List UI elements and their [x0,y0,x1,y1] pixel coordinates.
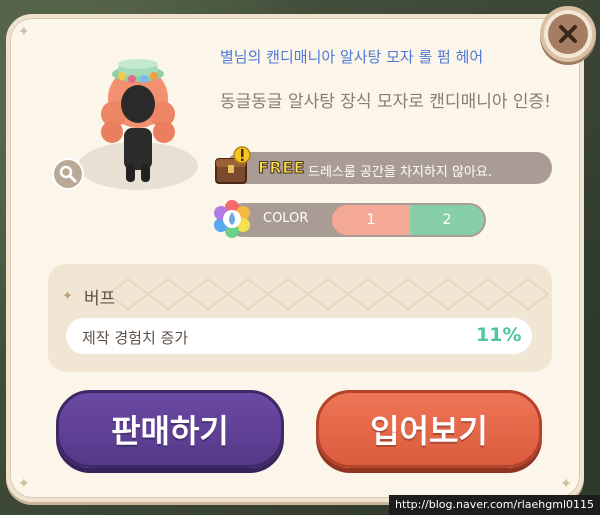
corner-ornament-icon: ✦ [560,476,572,492]
color-option-2[interactable]: 2 [410,205,484,235]
avatar-preview [101,59,175,182]
color-flower-icon [214,200,250,238]
item-description: 동글동글 알사탕 장식 모자로 캔디매니아 인증! [220,92,551,112]
buff-title: 버프 [84,289,116,309]
corner-ornament-icon: ✦ [18,476,30,492]
try-on-button-label: 입어보기 [370,412,488,450]
close-button[interactable] [540,6,596,62]
treasure-chest-icon [215,146,251,184]
sell-button-label: 판매하기 [111,412,229,450]
zoom-button[interactable] [52,158,84,190]
item-title: 별님의 캔디매니아 알사탕 모자 롤 펌 헤어 [220,48,484,66]
buff-value: 11% [476,324,522,346]
diamond-pattern [106,278,550,310]
sparkle-icon: ✦ [62,289,73,304]
magnifier-icon [59,165,77,183]
buff-name: 제작 경험치 증가 [82,329,189,347]
corner-ornament-icon: ✦ [18,24,30,40]
watermark: http://blog.naver.com/rlaehgml0115 [389,495,600,515]
free-tag: FREE [257,158,306,178]
color-option-1[interactable]: 1 [332,205,410,235]
color-label: COLOR [263,211,309,226]
free-description: 드레스룸 공간을 차지하지 않아요. [308,165,492,180]
try-on-button[interactable]: 입어보기 [316,390,542,468]
sell-button[interactable]: 판매하기 [56,390,284,468]
close-icon [548,14,588,54]
